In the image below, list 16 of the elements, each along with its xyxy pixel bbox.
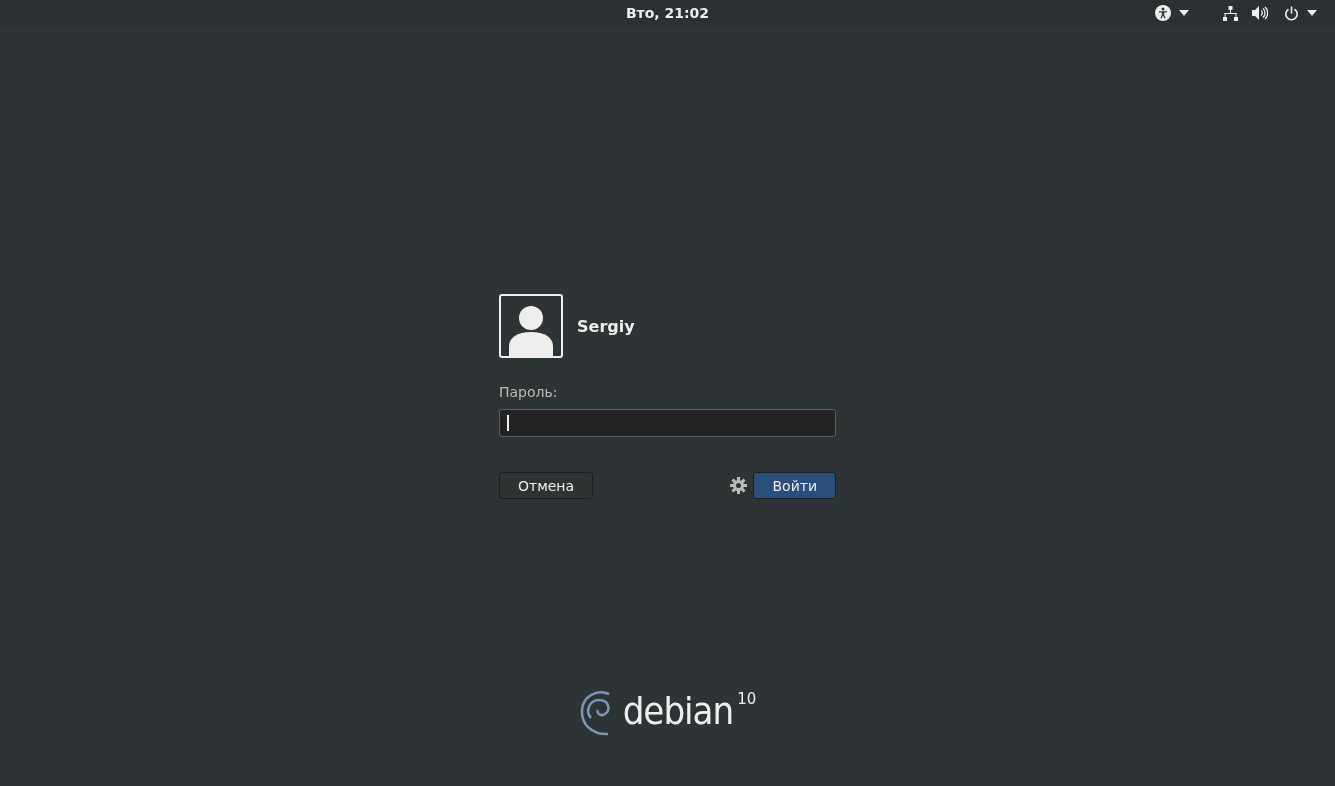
power-icon: [1284, 5, 1299, 21]
network-icon: [1223, 5, 1238, 21]
clock[interactable]: Вто, 21:02: [625, 5, 710, 21]
text-cursor: [507, 415, 509, 431]
accessibility-icon: [1155, 5, 1171, 21]
caret-icon: [1179, 10, 1189, 16]
sign-in-button[interactable]: Войти: [753, 472, 836, 499]
cancel-button[interactable]: Отмена: [499, 472, 594, 499]
caret-icon: [1307, 10, 1317, 16]
settings-icon[interactable]: [730, 477, 748, 494]
user-name: Sergiy: [577, 316, 635, 336]
version-number: 10: [737, 690, 757, 708]
brand-name: debian: [622, 688, 734, 734]
password-field[interactable]: [499, 409, 836, 437]
password-label: Пароль:: [499, 384, 559, 400]
volume-icon: [1252, 6, 1268, 20]
